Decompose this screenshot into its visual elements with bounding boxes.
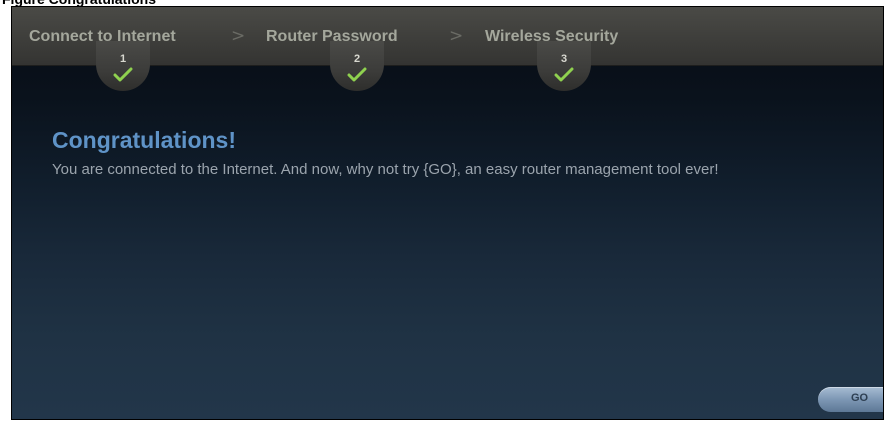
page: Figure Congratulations Connect to Intern… — [0, 0, 886, 423]
go-button-label: GO — [851, 392, 869, 404]
go-button[interactable]: GO — [818, 387, 883, 412]
connection-message: You are connected to the Internet. And n… — [52, 161, 719, 178]
step-3-number: 3 — [560, 53, 568, 65]
step-1-badge: 1 — [96, 41, 150, 91]
step-separator-2: > — [449, 26, 464, 46]
step-2-badge: 2 — [330, 41, 384, 91]
step-1-check-icon — [113, 67, 133, 82]
wizard-window: Connect to Internet > Router Password > … — [11, 6, 884, 420]
step-3-check-icon — [554, 67, 574, 82]
step-3-badge: 3 — [537, 41, 591, 91]
step-separator-1: > — [231, 26, 246, 46]
step-1-number: 1 — [119, 53, 127, 65]
step-2-check-icon — [347, 67, 367, 82]
congratulations-heading: Congratulations! — [52, 127, 236, 153]
step-2-number: 2 — [353, 53, 361, 65]
